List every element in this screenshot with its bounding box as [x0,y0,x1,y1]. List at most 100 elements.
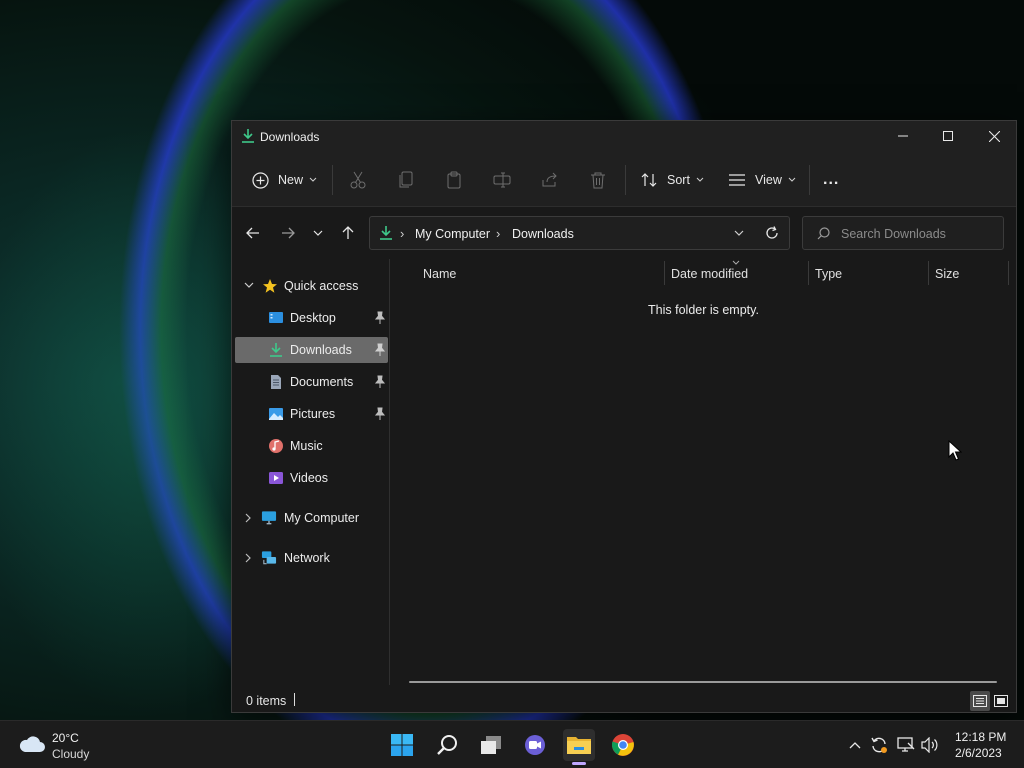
ethernet-icon [897,737,915,752]
sidebar-item-pictures[interactable]: Pictures [235,401,388,427]
command-bar: New Sort View ... [232,153,1016,207]
search-box[interactable] [802,216,1004,250]
start-button[interactable] [386,729,418,761]
horizontal-scrollbar[interactable] [409,681,997,683]
column-divider[interactable] [1008,261,1009,285]
column-header-name[interactable]: Name [423,267,456,281]
network-icon [261,551,277,565]
column-divider[interactable] [664,261,665,285]
more-options-button[interactable]: ... [823,166,839,194]
forward-button[interactable] [276,221,300,245]
chrome-button[interactable] [607,729,639,761]
video-icon [269,472,283,484]
maximize-icon [943,131,953,141]
sidebar-item-desktop[interactable]: Desktop [235,305,388,331]
show-hidden-icons-button[interactable] [845,735,865,755]
nav-label: Network [284,551,330,565]
chat-icon [525,735,545,755]
breadcrumb-downloads[interactable]: Downloads [512,227,574,241]
computer-icon [261,511,277,525]
share-icon [542,172,557,187]
details-view-button[interactable] [970,691,990,711]
windows-logo-icon [391,734,413,756]
empty-folder-message: This folder is empty. [648,303,759,317]
task-view-icon [481,736,501,754]
refresh-icon[interactable] [765,226,779,240]
sort-label: Sort [667,173,690,187]
arrow-right-icon [282,227,295,239]
title-bar[interactable]: Downloads [232,121,1016,153]
chevron-right-icon[interactable] [245,553,252,563]
breadcrumb-chevron-icon: › [496,226,501,241]
document-icon [271,375,281,389]
trash-icon [591,172,605,189]
close-button[interactable] [971,121,1017,151]
sidebar-item-videos[interactable]: Videos [235,465,388,491]
weather-temperature: 20°C [52,731,79,745]
arrow-left-icon [246,227,259,239]
pin-icon[interactable] [374,343,386,357]
breadcrumb-chevron-icon: › [400,226,405,241]
copy-button[interactable] [393,167,419,193]
nav-quick-access[interactable]: Quick access [235,273,388,299]
minimize-button[interactable] [880,121,926,151]
column-header-date-modified[interactable]: Date modified [671,267,748,281]
column-header-type[interactable]: Type [815,267,842,281]
chevron-down-icon [313,230,323,236]
maximize-button[interactable] [925,121,971,151]
volume-tray-button[interactable] [920,735,940,755]
download-icon [242,129,254,143]
recent-locations-button[interactable] [306,221,330,245]
column-divider[interactable] [928,261,929,285]
new-label: New [278,173,304,187]
up-button[interactable] [336,221,360,245]
nav-label: Videos [290,471,328,485]
view-label: View [755,173,782,187]
search-button[interactable] [431,729,463,761]
sidebar-item-my-computer[interactable]: My Computer [235,505,388,531]
toolbar-divider [625,165,626,195]
view-list-icon [729,174,745,186]
column-divider[interactable] [808,261,809,285]
pin-icon[interactable] [374,375,386,389]
weather-description: Cloudy [52,747,90,761]
chat-button[interactable] [519,729,551,761]
pin-icon[interactable] [374,407,386,421]
nav-label: Music [290,439,323,453]
nav-label: Downloads [290,343,352,357]
task-view-button[interactable] [475,729,507,761]
sidebar-item-documents[interactable]: Documents [235,369,388,395]
clock-date: 2/6/2023 [955,746,1002,760]
new-button[interactable]: New [252,166,317,194]
search-input[interactable] [841,225,991,243]
view-button[interactable]: View [728,166,796,194]
file-explorer-taskbar-button[interactable] [563,729,595,761]
sync-tray-button[interactable] [869,735,889,755]
sidebar-item-downloads[interactable]: Downloads [235,337,388,363]
more-icon: ... [823,171,840,188]
mouse-cursor-icon [948,440,962,461]
paste-button[interactable] [441,167,467,193]
rename-button[interactable] [489,167,515,193]
sidebar-item-network[interactable]: Network [235,545,388,571]
pin-icon[interactable] [374,311,386,325]
delete-button[interactable] [585,167,611,193]
tiles-view-button[interactable] [991,691,1011,711]
chevron-down-icon[interactable] [734,230,744,237]
chevron-down-icon [788,177,796,182]
share-button[interactable] [537,167,563,193]
sidebar-item-music[interactable]: Music [235,433,388,459]
chevron-right-icon[interactable] [245,513,252,523]
back-button[interactable] [241,221,265,245]
sort-button[interactable]: Sort [640,166,704,194]
music-icon [269,439,283,453]
cut-button[interactable] [345,167,371,193]
plus-circle-icon [252,171,269,189]
chevron-down-icon[interactable] [244,282,254,289]
breadcrumb-my-computer[interactable]: My Computer [415,227,490,241]
column-header-size[interactable]: Size [935,267,959,281]
address-bar[interactable]: › My Computer › Downloads [369,216,790,250]
network-tray-button[interactable] [896,735,916,755]
sync-icon [871,737,887,753]
file-list-pane[interactable]: Name Date modified Type Size This folder… [391,259,1016,685]
